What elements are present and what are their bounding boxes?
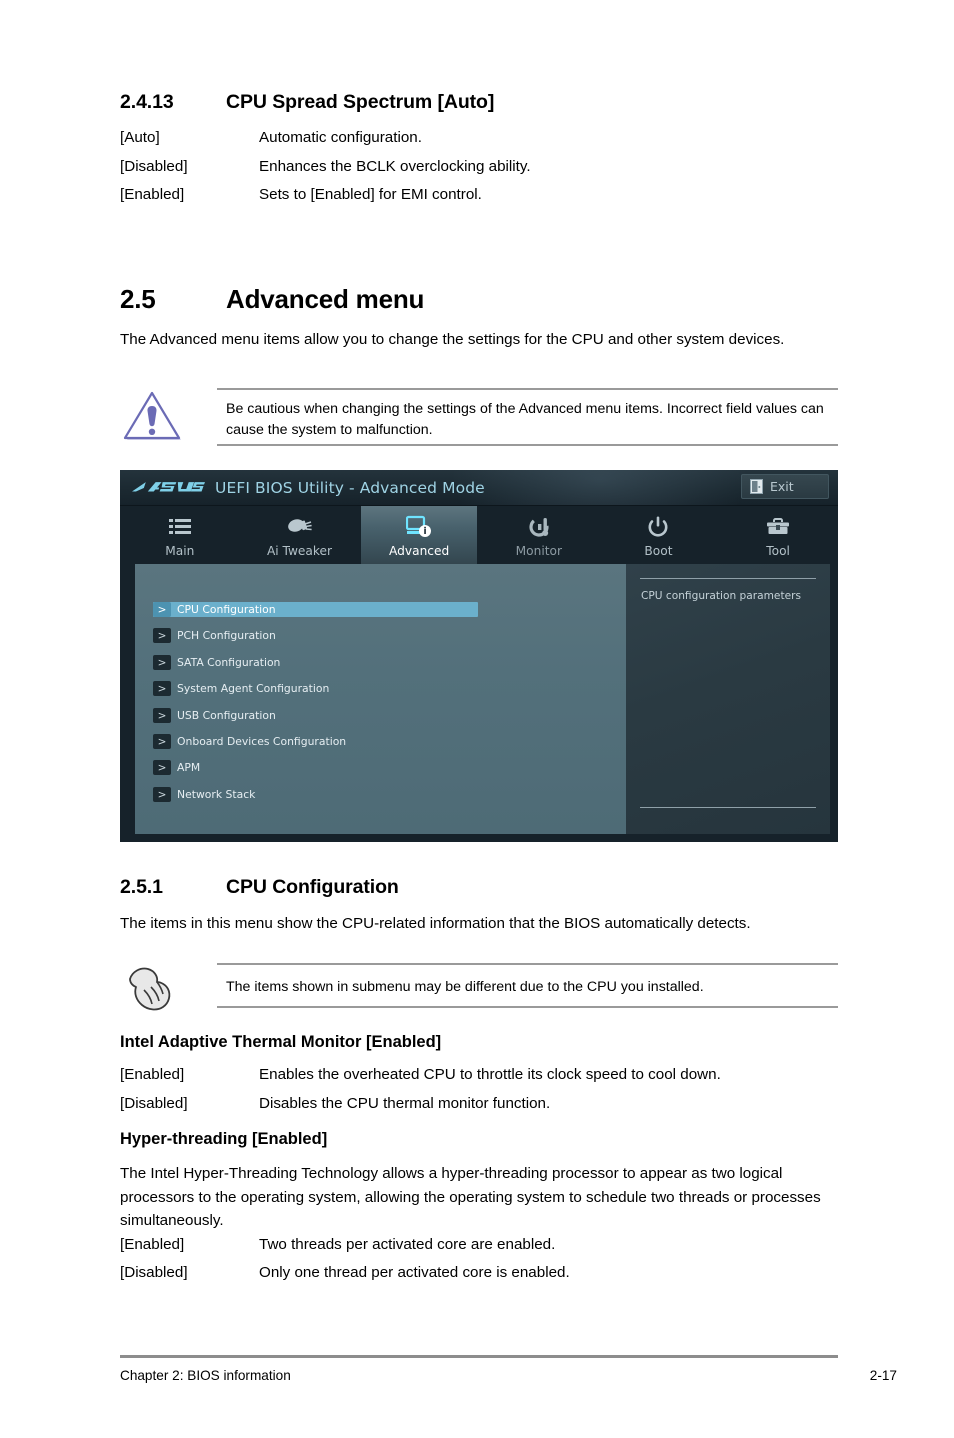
option-desc: Enhances the BCLK overclocking ability.: [259, 158, 531, 175]
section-25-number: 2.5: [120, 284, 156, 314]
section-25-intro: The Advanced menu items allow you to cha…: [120, 331, 785, 348]
option-desc: Enables the overheated CPU to throttle i…: [259, 1066, 721, 1083]
option-desc: Only one thread per activated core is en…: [259, 1264, 570, 1281]
footer-rule: [120, 1355, 838, 1358]
exit-door-icon: [750, 479, 763, 494]
tab-ai-tweaker[interactable]: Ai Tweaker: [239, 506, 360, 564]
submenu-arrow-icon: >: [153, 628, 171, 643]
option-key: [Disabled]: [120, 158, 188, 175]
bios-tab-bar: Main Ai Tweaker Advanced Monitor Boot To…: [120, 506, 838, 564]
option-desc: Disables the CPU thermal monitor functio…: [259, 1095, 551, 1112]
option-key: [Auto]: [120, 129, 160, 146]
tab-label: Tool: [766, 544, 790, 558]
warning-note-text: Be cautious when changing the settings o…: [226, 401, 824, 438]
menu-item-onboard-devices-configuration[interactable]: > Onboard Devices Configuration: [153, 734, 346, 749]
section-2413-number: 2.4.13: [120, 91, 174, 113]
section-251-number: 2.5.1: [120, 876, 163, 898]
monitor-info-icon: [406, 514, 432, 540]
bios-screenshot: UEFI BIOS Utility - Advanced Mode Exit M…: [120, 470, 838, 842]
option-desc: Automatic configuration.: [259, 129, 422, 146]
menu-item-label: Onboard Devices Configuration: [177, 735, 347, 748]
tab-tool[interactable]: Tool: [718, 506, 838, 564]
tab-label: Main: [165, 544, 195, 558]
titlebar-glow: [450, 470, 750, 506]
menu-item-apm[interactable]: > APM: [153, 760, 200, 775]
help-top-rule: [640, 578, 816, 579]
menu-item-network-stack[interactable]: > Network Stack: [153, 787, 255, 802]
menu-item-label: CPU Configuration: [177, 603, 276, 616]
option-key: [Enabled]: [120, 1066, 185, 1083]
bios-titlebar: UEFI BIOS Utility - Advanced Mode Exit: [120, 470, 838, 506]
footer-page-number: 2-17: [869, 1368, 897, 1383]
section-251-title: CPU Configuration: [226, 876, 399, 898]
footer-chapter: Chapter 2: BIOS information: [120, 1368, 291, 1383]
bios-title: UEFI BIOS Utility - Advanced Mode: [215, 479, 485, 497]
tab-boot[interactable]: Boot: [598, 506, 719, 564]
hyper-threading-body: The Intel Hyper-Threading Technology all…: [120, 1165, 821, 1229]
menu-item-label: System Agent Configuration: [177, 682, 330, 695]
exit-button[interactable]: Exit: [741, 474, 829, 499]
menu-item-sata-configuration[interactable]: > SATA Configuration: [153, 655, 280, 670]
note-bottom-rule: [217, 1006, 838, 1008]
menu-item-usb-configuration[interactable]: > USB Configuration: [153, 708, 276, 723]
power-icon: [647, 514, 669, 540]
tab-label: Ai Tweaker: [266, 544, 333, 558]
note-bottom-rule: [217, 444, 838, 446]
hyper-threading-heading: Hyper-threading [Enabled]: [120, 1130, 328, 1148]
option-key: [Enabled]: [120, 1236, 185, 1253]
submenu-arrow-icon: >: [153, 734, 171, 749]
section-25-title: Advanced menu: [226, 284, 425, 314]
help-panel-text: CPU configuration parameters: [641, 590, 801, 602]
tab-label: Boot: [644, 544, 673, 558]
asus-logo: [131, 482, 205, 492]
submenu-arrow-icon: >: [153, 760, 171, 775]
info-note-text: The items shown in submenu may be differ…: [226, 979, 704, 995]
option-desc: Two threads per activated core are enabl…: [259, 1236, 556, 1253]
tuner-knob-icon: [286, 514, 313, 540]
option-key: [Disabled]: [120, 1264, 188, 1281]
warning-triangle-icon: [123, 391, 181, 440]
menu-item-label: APM: [177, 761, 201, 774]
submenu-arrow-icon: >: [153, 681, 171, 696]
thermometer-gauge-icon: [527, 514, 551, 540]
tab-label: Advanced: [389, 544, 450, 558]
submenu-arrow-icon: >: [153, 708, 171, 723]
help-bottom-rule: [640, 807, 816, 808]
submenu-arrow-icon: >: [153, 787, 171, 802]
exit-label: Exit: [770, 479, 794, 494]
menu-item-system-agent-configuration[interactable]: > System Agent Configuration: [153, 681, 329, 696]
submenu-arrow-icon: >: [153, 602, 171, 617]
toolbox-icon: [766, 514, 790, 540]
bios-content: > CPU Configuration > PCH Configuration …: [120, 564, 838, 842]
option-key: [Enabled]: [120, 186, 185, 203]
bios-menu-panel: > CPU Configuration > PCH Configuration …: [135, 564, 626, 834]
option-desc: Sets to [Enabled] for EMI control.: [259, 186, 482, 203]
tab-main[interactable]: Main: [120, 506, 240, 564]
menu-item-label: Network Stack: [177, 788, 256, 801]
thermal-monitor-heading: Intel Adaptive Thermal Monitor [Enabled]: [120, 1033, 442, 1051]
submenu-arrow-icon: >: [153, 655, 171, 670]
option-key: [Disabled]: [120, 1095, 188, 1112]
tab-advanced[interactable]: Advanced: [359, 506, 479, 564]
manual-page: 2.4.13 CPU Spread Spectrum [Auto] [Auto]…: [0, 0, 954, 1438]
note-top-rule: [217, 963, 838, 965]
note-top-rule: [217, 388, 838, 390]
menu-item-label: PCH Configuration: [177, 629, 276, 642]
section-2413-title: CPU Spread Spectrum [Auto]: [226, 91, 495, 113]
section-251-intro: The items in this menu show the CPU-rela…: [120, 915, 751, 932]
bios-help-panel: CPU configuration parameters: [626, 564, 830, 834]
menu-item-cpu-configuration[interactable]: > CPU Configuration: [153, 602, 478, 617]
menu-item-label: USB Configuration: [177, 709, 276, 722]
list-icon: [168, 514, 191, 540]
menu-item-pch-configuration[interactable]: > PCH Configuration: [153, 628, 276, 643]
menu-item-label: SATA Configuration: [177, 656, 281, 669]
tab-monitor[interactable]: Monitor: [478, 506, 599, 564]
tab-label: Monitor: [515, 544, 562, 558]
pointing-hand-icon: [129, 967, 171, 1011]
